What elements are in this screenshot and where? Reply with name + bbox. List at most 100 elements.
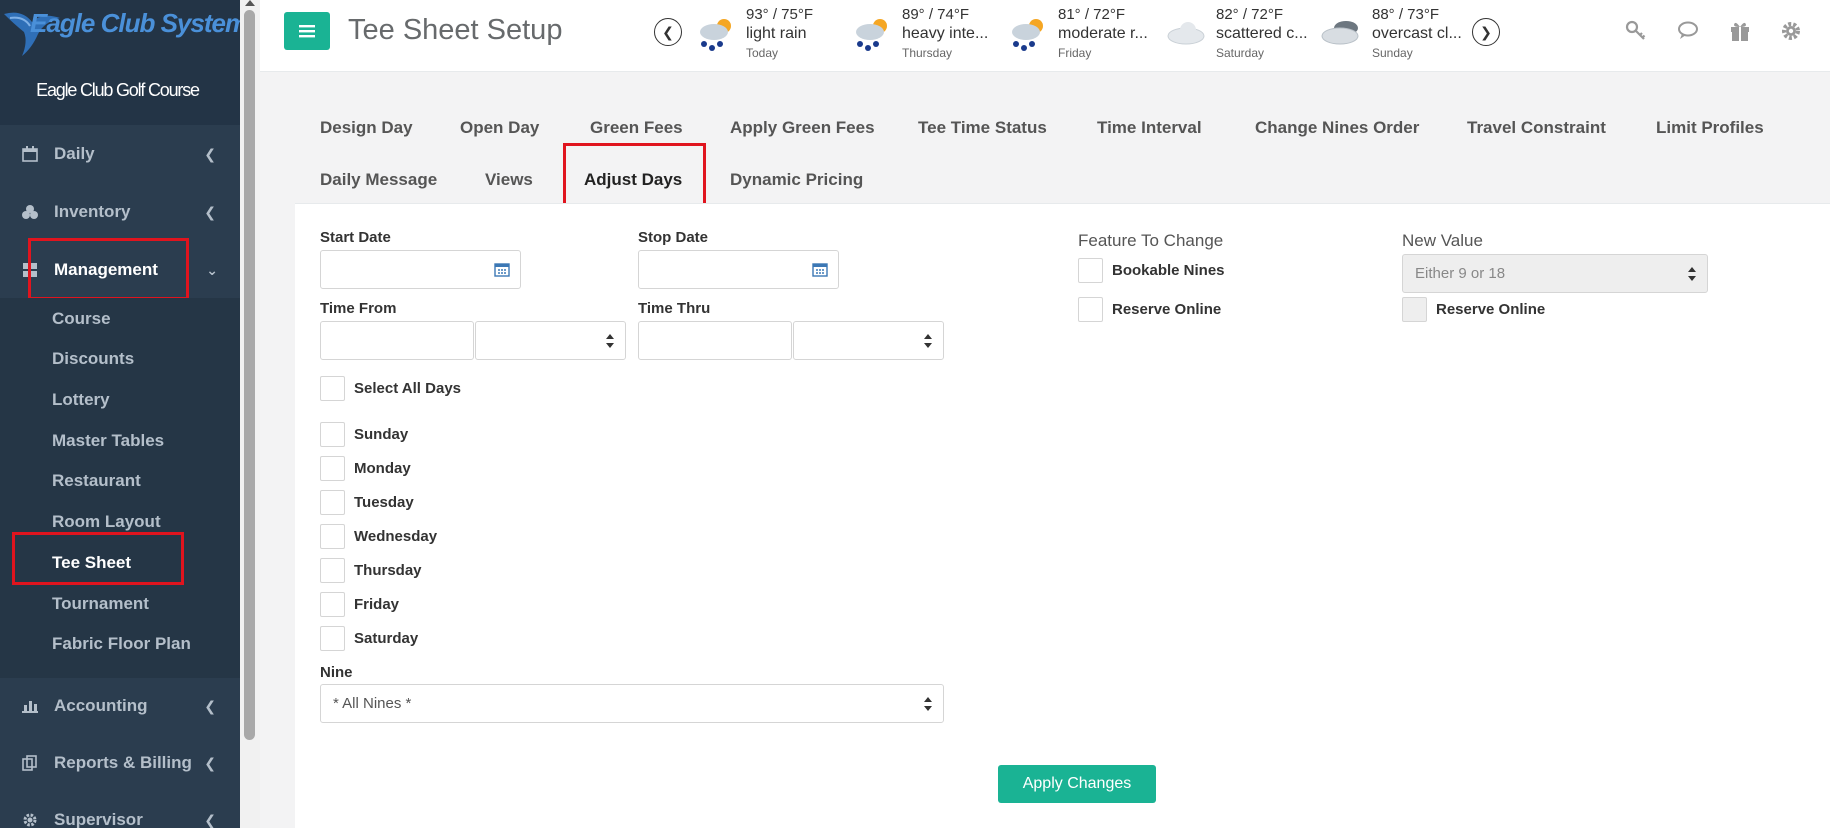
weather-temp: 81° / 72°F — [1058, 6, 1126, 23]
nav-reports-billing[interactable]: Reports & Billing ❮ — [0, 738, 240, 788]
weather-desc: moderate r... — [1058, 25, 1148, 42]
submenu-lottery[interactable]: Lottery — [52, 390, 110, 410]
settings-gear-icon[interactable] — [1780, 20, 1802, 42]
tab-time-interval[interactable]: Time Interval — [1097, 118, 1202, 138]
wednesday-checkbox[interactable] — [320, 524, 345, 549]
submenu-discounts[interactable]: Discounts — [52, 349, 134, 369]
nine-select[interactable]: * All Nines * — [320, 684, 944, 723]
key-icon[interactable] — [1625, 20, 1647, 42]
weather-day: Thursday — [902, 46, 953, 60]
time-from-input[interactable] — [320, 321, 474, 360]
submenu-master-tables[interactable]: Master Tables — [52, 431, 164, 451]
submenu-restaurant[interactable]: Restaurant — [52, 471, 141, 491]
tab-design-day[interactable]: Design Day — [320, 118, 413, 138]
tab-apply-green-fees[interactable]: Apply Green Fees — [730, 118, 875, 138]
sunday-checkbox[interactable] — [320, 422, 345, 447]
reserve-online-feature-label: Reserve Online — [1112, 301, 1222, 318]
nav-label: Accounting — [54, 696, 148, 715]
reserve-online-value-label: Reserve Online — [1436, 301, 1546, 318]
tuesday-checkbox[interactable] — [320, 490, 345, 515]
select-all-days-label: Select All Days — [354, 380, 461, 397]
tab-daily-message[interactable]: Daily Message — [320, 170, 437, 190]
rain-sun-icon — [700, 19, 731, 51]
tab-limit-profiles[interactable]: Limit Profiles — [1656, 118, 1764, 138]
tab-open-day[interactable]: Open Day — [460, 118, 539, 138]
chat-icon[interactable] — [1677, 20, 1701, 42]
monday-checkbox[interactable] — [320, 456, 345, 481]
nav-inventory[interactable]: Inventory ❮ — [0, 187, 240, 237]
select-all-days-checkbox[interactable] — [320, 376, 345, 401]
highlight-management — [28, 238, 189, 300]
weather-temp: 88° / 73°F — [1372, 6, 1440, 23]
scrollbar-thumb[interactable] — [244, 10, 255, 740]
apply-changes-button[interactable]: Apply Changes — [998, 765, 1156, 803]
time-thru-ampm-select[interactable] — [793, 321, 944, 360]
course-name: Eagle Club Golf Course — [36, 80, 200, 100]
new-value-placeholder: Either 9 or 18 — [1415, 265, 1506, 282]
copy-icon — [20, 755, 40, 771]
dark-cloud-icon — [1321, 21, 1359, 45]
reserve-online-feature-checkbox[interactable] — [1078, 297, 1103, 322]
updown-arrows-icon — [606, 334, 614, 348]
weather-prev-button[interactable]: ❮ — [654, 18, 682, 46]
tab-change-nines-order[interactable]: Change Nines Order — [1255, 118, 1419, 138]
saturday-label: Saturday — [354, 630, 419, 647]
bookable-nines-checkbox[interactable] — [1078, 258, 1103, 283]
gift-icon[interactable] — [1730, 20, 1750, 42]
new-value-select[interactable]: Either 9 or 18 — [1402, 254, 1708, 293]
nav-label: Supervisor — [54, 810, 143, 828]
saturday-checkbox[interactable] — [320, 626, 345, 651]
menu-toggle-button[interactable] — [284, 12, 330, 50]
weather-day: Sunday — [1372, 46, 1413, 60]
rain-sun-icon — [856, 19, 887, 51]
weather-temp: 89° / 74°F — [902, 6, 970, 23]
brand-name: Eagle Club Systems — [30, 8, 240, 38]
friday-checkbox[interactable] — [320, 592, 345, 617]
page-title: Tee Sheet Setup — [348, 14, 563, 46]
submenu-room-layout[interactable]: Room Layout — [52, 512, 161, 532]
nine-label: Nine — [320, 664, 353, 681]
time-thru-label: Time Thru — [638, 300, 711, 317]
stop-date-input[interactable] — [638, 250, 839, 289]
nav-daily[interactable]: Daily ❮ — [0, 129, 240, 179]
time-thru-input[interactable] — [638, 321, 792, 360]
stop-date-label: Stop Date — [638, 229, 709, 246]
calendar-icon[interactable] — [494, 261, 510, 277]
submenu-course[interactable]: Course — [52, 309, 111, 329]
updown-arrows-icon — [924, 697, 932, 711]
friday-label: Friday — [354, 596, 400, 613]
calendar-icon[interactable] — [812, 261, 828, 277]
nav-label: Inventory — [54, 202, 131, 221]
tab-tee-time-status[interactable]: Tee Time Status — [918, 118, 1047, 138]
tab-travel-constraint[interactable]: Travel Constraint — [1467, 118, 1606, 138]
weather-temp: 82° / 72°F — [1216, 6, 1284, 23]
scroll-up-arrow-icon[interactable] — [245, 0, 255, 6]
weather-desc: heavy inte... — [902, 25, 989, 42]
time-from-ampm-select[interactable] — [475, 321, 626, 360]
weather-day: Today — [746, 46, 779, 60]
tab-views[interactable]: Views — [485, 170, 533, 190]
sidebar-scrollbar[interactable] — [240, 0, 260, 828]
weather-temp: 93° / 75°F — [746, 6, 814, 23]
adjust-days-panel — [295, 203, 1830, 828]
chevron-left-icon: ❮ — [204, 145, 216, 162]
submenu-fabric-floor-plan[interactable]: Fabric Floor Plan — [52, 634, 191, 654]
start-date-label: Start Date — [320, 229, 391, 246]
reserve-online-value-checkbox[interactable] — [1402, 297, 1427, 322]
weather-day: Friday — [1058, 46, 1092, 60]
start-date-input[interactable] — [320, 250, 521, 289]
weather-next-button[interactable]: ❯ — [1472, 18, 1500, 46]
nav-label: Reports & Billing — [54, 753, 192, 772]
wednesday-label: Wednesday — [354, 528, 438, 545]
updown-arrows-icon — [924, 334, 932, 348]
gear-icon — [20, 812, 40, 828]
tab-green-fees[interactable]: Green Fees — [590, 118, 683, 138]
thursday-checkbox[interactable] — [320, 558, 345, 583]
tab-dynamic-pricing[interactable]: Dynamic Pricing — [730, 170, 863, 190]
chevron-left-icon: ❮ — [204, 754, 216, 771]
nav-accounting[interactable]: Accounting ❮ — [0, 681, 240, 731]
weather-desc: scattered c... — [1216, 25, 1308, 42]
nav-supervisor[interactable]: Supervisor ❮ — [0, 795, 240, 828]
feature-to-change-label: Feature To Change — [1078, 231, 1224, 250]
submenu-tournament[interactable]: Tournament — [52, 594, 149, 614]
